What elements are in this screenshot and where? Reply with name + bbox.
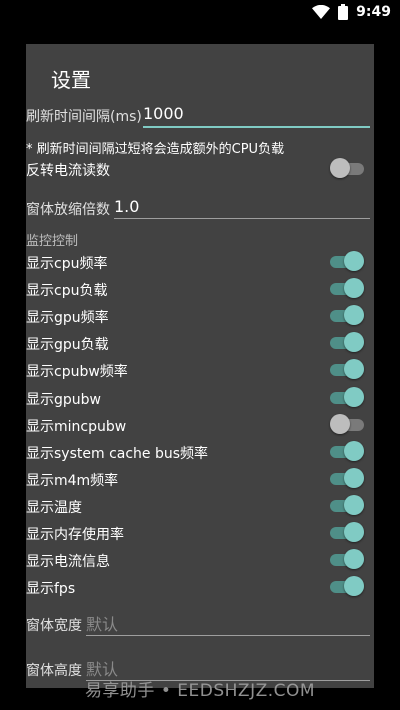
monitor-toggle-label: 显示cpu频率 — [26, 256, 108, 272]
monitor-toggle-label: 显示m4m频率 — [26, 473, 119, 489]
monitor-toggle-label: 显示system cache bus频率 — [26, 446, 209, 462]
monitor-toggle-label: 显示fps — [26, 581, 76, 597]
refresh-interval-input[interactable]: 1000 — [143, 104, 184, 123]
monitor-toggle-label: 显示gpubw — [26, 392, 101, 408]
window-width-input[interactable]: 默认 — [86, 611, 118, 635]
monitor-toggle-label: 显示cpu负载 — [26, 283, 108, 299]
refresh-interval-label: 刷新时间间隔(ms) — [26, 109, 142, 125]
reverse-current-label: 反转电流读数 — [26, 163, 110, 179]
window-width-underline — [86, 635, 370, 636]
scale-underline — [114, 218, 370, 219]
monitor-toggle-label: 显示温度 — [26, 500, 82, 516]
refresh-interval-hint: * 刷新时间间隔过短将会造成额外的CPU负载 — [26, 142, 285, 157]
switch-thumb — [344, 549, 364, 569]
switch-thumb — [344, 387, 364, 407]
monitor-toggle-switch[interactable] — [330, 278, 364, 298]
monitor-toggle-switch[interactable] — [330, 441, 364, 461]
battery-icon — [338, 4, 349, 20]
monitor-toggle-label: 显示gpu频率 — [26, 310, 109, 326]
switch-thumb — [344, 441, 364, 461]
monitor-toggle-label: 显示mincpubw — [26, 419, 127, 435]
refresh-interval-underline — [143, 126, 370, 128]
settings-dialog: 设置 刷新时间间隔(ms) 1000 * 刷新时间间隔过短将会造成额外的CPU负… — [26, 44, 374, 688]
wifi-icon — [312, 5, 331, 19]
monitor-toggle-label: 显示电流信息 — [26, 554, 110, 570]
window-width-label: 窗体宽度 — [26, 618, 82, 634]
reverse-current-switch[interactable] — [330, 158, 364, 178]
switch-thumb — [344, 305, 364, 325]
monitor-toggle-switch[interactable] — [330, 495, 364, 515]
monitor-section-header: 监控控制 — [26, 234, 79, 249]
status-time: 9:49 — [356, 4, 391, 20]
scale-label: 窗体放缩倍数 — [26, 202, 110, 218]
monitor-toggle-switch[interactable] — [330, 305, 364, 325]
monitor-toggle-switch[interactable] — [330, 468, 364, 488]
monitor-toggle-switch[interactable] — [330, 414, 364, 434]
monitor-toggle-switch[interactable] — [330, 522, 364, 542]
switch-thumb — [344, 495, 364, 515]
monitor-toggle-label: 显示内存使用率 — [26, 527, 124, 543]
monitor-toggle-switch[interactable] — [330, 359, 364, 379]
switch-thumb — [344, 278, 364, 298]
monitor-toggle-switch[interactable] — [330, 332, 364, 352]
monitor-toggle-label: 显示cpubw频率 — [26, 364, 128, 380]
switch-thumb — [344, 332, 364, 352]
monitor-toggle-switch[interactable] — [330, 549, 364, 569]
dialog-title: 设置 — [51, 68, 91, 92]
status-icons: 9:49 — [312, 3, 391, 21]
monitor-toggle-label: 显示gpu负载 — [26, 337, 109, 353]
switch-thumb — [344, 359, 364, 379]
switch-thumb — [344, 522, 364, 542]
monitor-toggle-switch[interactable] — [330, 387, 364, 407]
switch-thumb — [344, 468, 364, 488]
monitor-toggle-switch[interactable] — [330, 576, 364, 596]
switch-thumb — [344, 251, 364, 271]
switch-thumb — [330, 414, 350, 434]
switch-thumb — [344, 576, 364, 596]
status-bar: 9:49 — [0, 0, 400, 24]
watermark: 易享助手 • EEDSHZJZ.COM — [84, 681, 316, 701]
scale-input[interactable]: 1.0 — [114, 197, 139, 216]
switch-thumb — [330, 158, 350, 178]
monitor-toggle-switch[interactable] — [330, 251, 364, 271]
